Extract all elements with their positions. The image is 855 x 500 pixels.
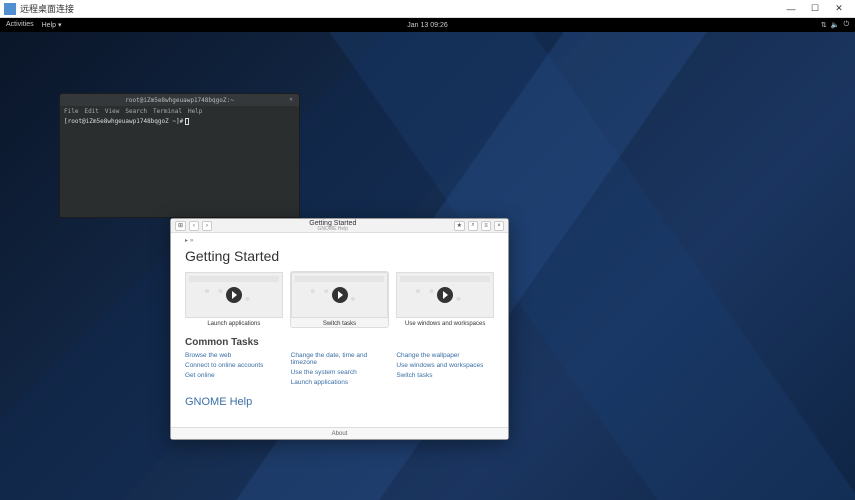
video-launch-applications[interactable]: Launch applications <box>185 272 283 327</box>
play-icon <box>437 287 453 303</box>
task-link[interactable]: Launch applications <box>291 379 389 386</box>
task-link[interactable]: Connect to online accounts <box>185 362 283 369</box>
gnome-topbar: Activities Help ▾ Jan 13 09:26 ⇅ 🔈 ⏻ <box>0 18 855 32</box>
crumb-sep: » <box>190 238 193 244</box>
help-window[interactable]: ⊞ ‹ › Getting Started GNOME Help ★ ⌕ ≡ ×… <box>170 218 509 440</box>
breadcrumb: ▸ » <box>185 237 494 244</box>
task-link[interactable]: Switch tasks <box>396 372 494 379</box>
grid-icon: ⊞ <box>178 222 183 229</box>
topbar-clock[interactable]: Jan 13 09:26 <box>407 22 447 29</box>
terminal-menu-file[interactable]: File <box>64 108 78 115</box>
bookmark-button[interactable]: ★ <box>454 221 465 231</box>
task-link[interactable]: Change the wallpaper <box>396 352 494 359</box>
help-close-button[interactable]: × <box>494 221 504 231</box>
host-window-titlebar: 远程桌面连接 — ☐ ✕ <box>0 0 855 18</box>
chevron-left-icon: ‹ <box>193 223 195 229</box>
menu-icon: ≡ <box>484 223 488 229</box>
terminal-window[interactable]: root@iZm5e8whgeuawp1748bqgoZ:~ × File Ed… <box>59 93 300 218</box>
terminal-menubar: File Edit View Search Terminal Help <box>60 106 299 116</box>
terminal-menu-view[interactable]: View <box>105 108 119 115</box>
help-content: ▸ » Getting Started Launch applications … <box>171 233 508 427</box>
menu-button[interactable]: ≡ <box>481 221 491 231</box>
forward-button[interactable]: › <box>202 221 212 231</box>
common-tasks-heading: Common Tasks <box>185 337 494 348</box>
gnome-desktop: Activities Help ▾ Jan 13 09:26 ⇅ 🔈 ⏻ roo… <box>0 18 855 500</box>
video-thumb <box>291 272 389 318</box>
task-link[interactable]: Use the system search <box>291 369 389 376</box>
video-caption: Switch tasks <box>291 321 389 327</box>
gnome-help-link[interactable]: GNOME Help <box>185 396 494 408</box>
maximize-button[interactable]: ☐ <box>803 3 827 14</box>
video-caption: Use windows and workspaces <box>396 321 494 327</box>
task-link[interactable]: Change the date, time and timezone <box>291 352 389 366</box>
activities-button[interactable]: Activities <box>6 21 34 29</box>
star-icon: ★ <box>457 222 462 229</box>
help-title-area: Getting Started GNOME Help <box>215 220 451 232</box>
video-caption: Launch applications <box>185 321 283 327</box>
close-button[interactable]: ✕ <box>827 3 851 14</box>
video-row: Launch applications Switch tasks Use win… <box>185 272 494 327</box>
search-icon: ⌕ <box>471 222 474 229</box>
video-switch-tasks[interactable]: Switch tasks <box>291 272 389 327</box>
rdp-icon <box>4 3 16 15</box>
terminal-menu-terminal[interactable]: Terminal <box>153 108 182 115</box>
topbar-status-area[interactable]: ⇅ 🔈 ⏻ <box>821 21 849 29</box>
task-link[interactable]: Browse the web <box>185 352 283 359</box>
search-button[interactable]: ⌕ <box>468 221 478 231</box>
help-subtitle: GNOME Help <box>215 227 451 232</box>
play-icon <box>226 287 242 303</box>
terminal-menu-help[interactable]: Help <box>188 108 202 115</box>
power-icon: ⏻ <box>843 21 849 29</box>
terminal-title: root@iZm5e8whgeuawp1748bqgoZ:~ <box>125 97 233 104</box>
video-thumb <box>185 272 283 318</box>
task-link[interactable]: Use windows and workspaces <box>396 362 494 369</box>
play-icon <box>332 287 348 303</box>
network-icon: ⇅ <box>821 21 827 29</box>
topbar-help-menu[interactable]: Help ▾ <box>42 21 62 29</box>
crumb-arrow-icon: ▸ <box>185 237 188 244</box>
video-thumb <box>396 272 494 318</box>
terminal-body[interactable]: [root@iZm5e8whgeuawp1748bqgoZ ~]# <box>60 116 299 127</box>
host-window-title: 远程桌面连接 <box>20 2 779 15</box>
close-icon: × <box>497 223 501 229</box>
terminal-menu-edit[interactable]: Edit <box>84 108 98 115</box>
back-button[interactable]: ‹ <box>189 221 199 231</box>
terminal-titlebar[interactable]: root@iZm5e8whgeuawp1748bqgoZ:~ × <box>60 94 299 106</box>
terminal-close-button[interactable]: × <box>287 96 295 104</box>
video-use-windows[interactable]: Use windows and workspaces <box>396 272 494 327</box>
page-title: Getting Started <box>185 248 494 264</box>
terminal-menu-search[interactable]: Search <box>125 108 147 115</box>
about-link[interactable]: About <box>332 431 348 437</box>
help-footer: About <box>171 427 508 439</box>
grid-button[interactable]: ⊞ <box>175 221 186 231</box>
task-link[interactable]: Get online <box>185 372 283 379</box>
terminal-prompt: [root@iZm5e8whgeuawp1748bqgoZ ~]# <box>64 118 183 125</box>
terminal-cursor <box>185 118 189 125</box>
volume-icon: 🔈 <box>831 21 840 29</box>
chevron-right-icon: › <box>206 223 208 229</box>
common-tasks-grid: Browse the web Connect to online account… <box>185 352 494 386</box>
minimize-button[interactable]: — <box>779 4 803 14</box>
help-headerbar: ⊞ ‹ › Getting Started GNOME Help ★ ⌕ ≡ × <box>171 219 508 233</box>
